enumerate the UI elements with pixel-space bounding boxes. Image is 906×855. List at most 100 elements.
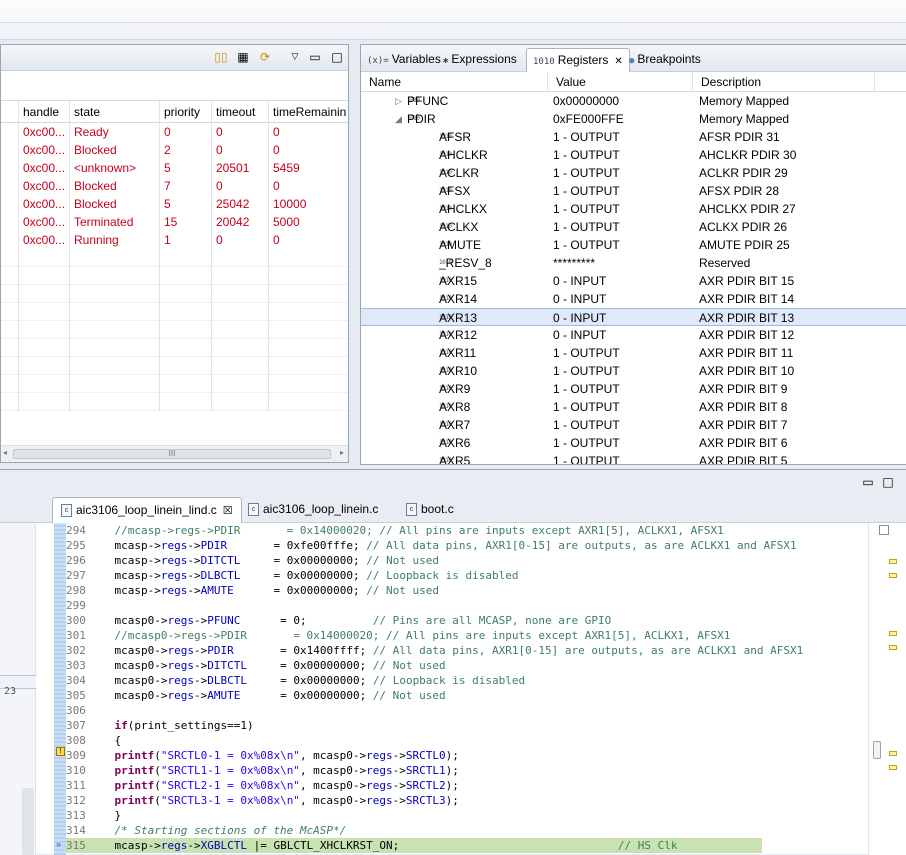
code-line[interactable]: 294 //mcasp->regs->PDIR = 0x14000020; //…: [66, 523, 866, 538]
register-row[interactable]: 1010 0101AHCLKX1 - OUTPUTAHCLKX PDIR 27: [361, 200, 906, 218]
register-value[interactable]: 1 - OUTPUT: [553, 434, 693, 452]
warning-icon[interactable]: !: [56, 747, 65, 756]
collapse-icon[interactable]: ◢: [395, 110, 402, 128]
table-row[interactable]: 0xc00... <unknown> 5 20501 5459: [1, 159, 348, 177]
code-line[interactable]: 298 mcasp->regs->AMUTE = 0x00000000; // …: [66, 583, 866, 598]
code-line[interactable]: 305 mcasp0->regs->AMUTE = 0x00000000; //…: [66, 688, 866, 703]
code-line[interactable]: 310 printf("SRCTL1-1 = 0x%08x\n", mcasp0…: [66, 763, 866, 778]
register-value[interactable]: 1 - OUTPUT: [553, 362, 693, 380]
maximize-icon[interactable]: □: [329, 50, 345, 64]
code-line[interactable]: 313 }: [66, 808, 866, 823]
tab-aic3106-loop-linein[interactable]: c aic3106_loop_linein.c: [240, 497, 386, 523]
tab-breakpoints[interactable]: ● Breakpoints: [623, 48, 707, 72]
register-value[interactable]: 0 - INPUT: [553, 272, 693, 290]
table-row[interactable]: 0xc00... Ready 0 0 0: [1, 123, 348, 141]
refresh-icon[interactable]: ⟳: [257, 50, 273, 64]
code-area[interactable]: 23 294 //mcasp->regs->PDIR = 0x14000020;…: [0, 523, 906, 855]
register-row[interactable]: ◢1010 0101PDIR0xFE000FFEMemory Mapped: [361, 110, 906, 128]
code-line[interactable]: 304 mcasp0->regs->DLBCTL = 0x00000000; /…: [66, 673, 866, 688]
scroll-right-icon[interactable]: ▸: [340, 448, 344, 457]
table-row[interactable]: 0xc00... Running 1 0 0: [1, 231, 348, 249]
register-value[interactable]: 1 - OUTPUT: [553, 200, 693, 218]
register-row[interactable]: 1010 0101AXR130 - INPUTAXR PDIR BIT 13: [361, 308, 906, 326]
register-row[interactable]: 1010 0101ACLKX1 - OUTPUTACLKX PDIR 26: [361, 218, 906, 236]
register-value[interactable]: 1 - OUTPUT: [553, 452, 693, 464]
scroll-left-icon[interactable]: ◂: [3, 448, 7, 457]
minimize-icon[interactable]: ▭: [307, 50, 323, 64]
column-header-time-remaining[interactable]: timeRemainin: [269, 101, 348, 123]
register-row[interactable]: 1010 0101AXR51 - OUTPUTAXR PDIR BIT 5: [361, 452, 906, 464]
column-header-value[interactable]: Value: [548, 72, 693, 92]
register-row[interactable]: 1010 0101AXR111 - OUTPUTAXR PDIR BIT 11: [361, 344, 906, 362]
code-line[interactable]: 308 {: [66, 733, 866, 748]
register-row[interactable]: 1010 0101AFSR1 - OUTPUTAFSR PDIR 31: [361, 128, 906, 146]
tab-expressions[interactable]: ✱ Expressions: [437, 48, 523, 72]
register-value[interactable]: 0 - INPUT: [553, 290, 693, 308]
register-value[interactable]: 1 - OUTPUT: [553, 398, 693, 416]
register-value[interactable]: 1 - OUTPUT: [553, 218, 693, 236]
table-icon[interactable]: ▦: [235, 50, 251, 64]
column-header-description[interactable]: Description: [693, 72, 875, 92]
register-value[interactable]: 1 - OUTPUT: [553, 182, 693, 200]
register-row[interactable]: 1010 0101_RESV_8*********Reserved: [361, 254, 906, 272]
code-line[interactable]: 301 //mcasp0->regs->PDIR = 0x14000020; /…: [66, 628, 866, 643]
code-line[interactable]: 312 printf("SRCTL3-1 = 0x%08x\n", mcasp0…: [66, 793, 866, 808]
code-line[interactable]: 306: [66, 703, 866, 718]
register-value[interactable]: 0 - INPUT: [553, 309, 693, 327]
code-line[interactable]: 296 mcasp->regs->DITCTL = 0x00000000; //…: [66, 553, 866, 568]
register-value[interactable]: 1 - OUTPUT: [553, 128, 693, 146]
expand-icon[interactable]: ▷: [395, 92, 402, 110]
code-line[interactable]: 302 mcasp0->regs->PDIR = 0x1400ffff; // …: [66, 643, 866, 658]
column-header-state[interactable]: state: [70, 101, 160, 123]
register-row[interactable]: ▷1010 0101PFUNC0x00000000Memory Mapped: [361, 92, 906, 110]
register-row[interactable]: 1010 0101AXR101 - OUTPUTAXR PDIR BIT 10: [361, 362, 906, 380]
table-row[interactable]: 0xc00... Blocked 7 0 0: [1, 177, 348, 195]
vertical-scrollbar-thumb[interactable]: [873, 741, 881, 759]
register-row[interactable]: 1010 0101ACLKR1 - OUTPUTACLKR PDIR 29: [361, 164, 906, 182]
minimize-icon[interactable]: ▭: [860, 475, 876, 489]
column-header-priority[interactable]: priority: [160, 101, 212, 123]
register-value[interactable]: 1 - OUTPUT: [553, 236, 693, 254]
register-row[interactable]: 1010 0101AHCLKR1 - OUTPUTAHCLKR PDIR 30: [361, 146, 906, 164]
register-row[interactable]: 1010 0101AXR61 - OUTPUTAXR PDIR BIT 6: [361, 434, 906, 452]
close-icon[interactable]: ☒: [223, 505, 233, 517]
code-line[interactable]: 297 mcasp->regs->DLBCTL = 0x00000000; //…: [66, 568, 866, 583]
code-line[interactable]: 309 printf("SRCTL0-1 = 0x%08x\n", mcasp0…: [66, 748, 866, 763]
table-row[interactable]: 0xc00... Terminated 15 20042 5000: [1, 213, 348, 231]
register-value[interactable]: 1 - OUTPUT: [553, 344, 693, 362]
register-row[interactable]: 1010 0101AXR91 - OUTPUTAXR PDIR BIT 9: [361, 380, 906, 398]
tab-registers[interactable]: 1010 Registers ✕: [526, 48, 630, 72]
tab-boot[interactable]: c boot.c: [398, 497, 462, 523]
warning-marker[interactable]: [889, 573, 897, 578]
register-value[interactable]: 1 - OUTPUT: [553, 146, 693, 164]
tab-aic3106-loop-linein-lind[interactable]: c aic3106_loop_linein_lind.c ☒: [52, 497, 242, 523]
code-line[interactable]: 300 mcasp0->regs->PFUNC = 0; // Pins are…: [66, 613, 866, 628]
warning-marker[interactable]: [889, 631, 897, 636]
warning-marker[interactable]: [889, 559, 897, 564]
code-line[interactable]: 299: [66, 598, 866, 613]
code-line[interactable]: 295 mcasp->regs->PDIR = 0xfe00fffe; // A…: [66, 538, 866, 553]
column-header-name[interactable]: Name: [361, 72, 548, 92]
code-line[interactable]: 307 if(print_settings==1): [66, 718, 866, 733]
register-row[interactable]: 1010 0101AXR71 - OUTPUTAXR PDIR BIT 7: [361, 416, 906, 434]
warning-marker[interactable]: [889, 645, 897, 650]
register-value[interactable]: *********: [553, 254, 693, 272]
register-value[interactable]: 0x00000000: [553, 92, 693, 110]
pause-icon[interactable]: ▯▯: [213, 50, 229, 64]
register-value[interactable]: 1 - OUTPUT: [553, 164, 693, 182]
maximize-icon[interactable]: □: [880, 475, 896, 489]
register-value[interactable]: 1 - OUTPUT: [553, 416, 693, 434]
code-line[interactable]: 303 mcasp0->regs->DITCTL = 0x00000000; /…: [66, 658, 866, 673]
scrollbar-thumb[interactable]: III: [13, 449, 331, 459]
register-value[interactable]: 0xFE000FFE: [553, 110, 693, 128]
tab-variables[interactable]: (x)= Variables: [361, 48, 447, 72]
code-line[interactable]: 315 mcasp->regs->XGBLCTL |= GBLCTL_XHCLK…: [66, 838, 762, 853]
view-menu-icon[interactable]: ▽: [287, 50, 303, 64]
column-header-handle[interactable]: handle: [19, 101, 70, 123]
register-row[interactable]: 1010 0101AMUTE1 - OUTPUTAMUTE PDIR 25: [361, 236, 906, 254]
register-row[interactable]: 1010 0101AXR150 - INPUTAXR PDIR BIT 15: [361, 272, 906, 290]
code-line[interactable]: 311 printf("SRCTL2-1 = 0x%08x\n", mcasp0…: [66, 778, 866, 793]
register-row[interactable]: 1010 0101AXR81 - OUTPUTAXR PDIR BIT 8: [361, 398, 906, 416]
register-value[interactable]: 0 - INPUT: [553, 326, 693, 344]
overview-toggle-icon[interactable]: [879, 525, 889, 535]
